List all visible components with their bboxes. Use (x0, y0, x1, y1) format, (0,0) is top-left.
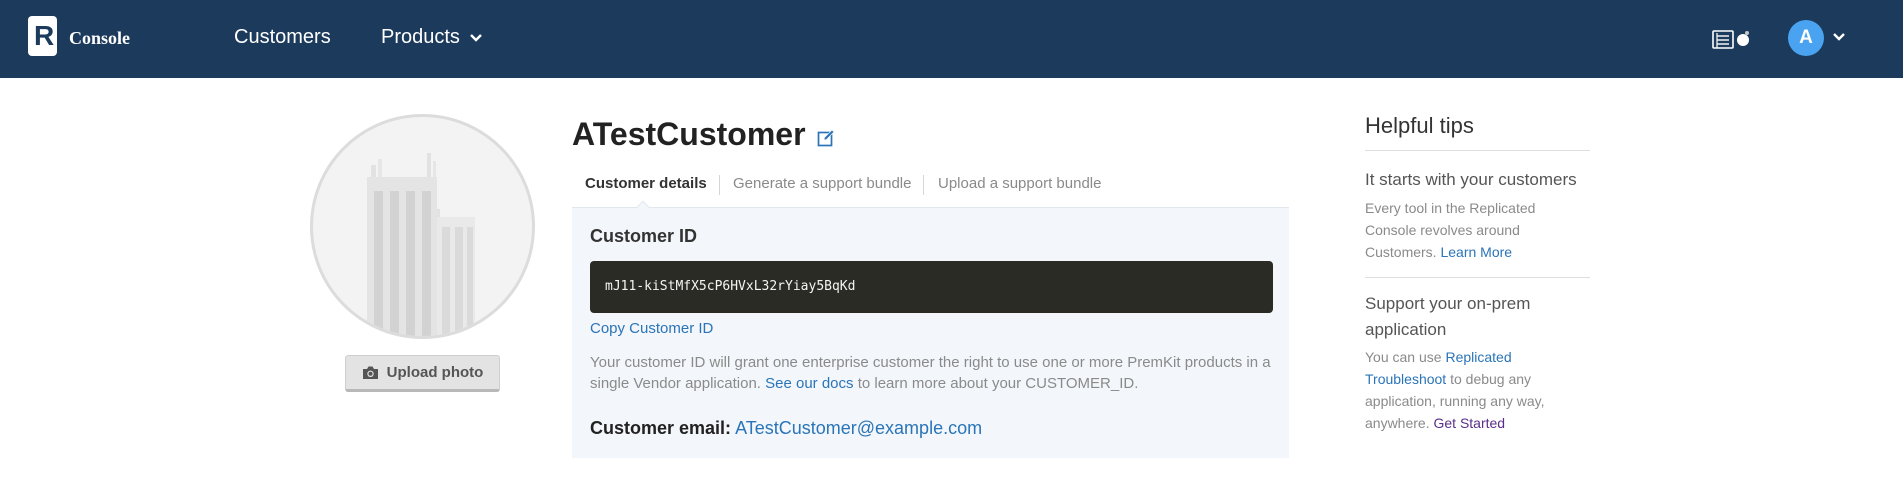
customer-email-link[interactable]: ATestCustomer@example.com (735, 418, 982, 438)
edit-icon[interactable] (817, 129, 835, 147)
app-name[interactable]: Console (69, 28, 130, 49)
notifications-icon[interactable] (1712, 28, 1756, 50)
customer-email-label: Customer email: (590, 418, 732, 438)
tips-divider (1365, 277, 1590, 278)
top-navbar: R Console Customers Products A (0, 0, 1903, 78)
camera-icon (362, 366, 378, 379)
building-placeholder-icon (367, 153, 475, 336)
user-avatar[interactable]: A (1788, 20, 1824, 56)
tab-divider (719, 175, 720, 195)
tips-divider (1365, 150, 1590, 151)
chevron-down-icon (470, 33, 482, 42)
customer-tabs: Customer details Generate a support bund… (572, 172, 1289, 208)
customer-name: ATestCustomer (572, 116, 806, 152)
tab-customer-details[interactable]: Customer details (585, 175, 707, 192)
nav-customers[interactable]: Customers (234, 26, 331, 49)
tip-body-customers: Every tool in the Replicated Console rev… (1365, 197, 1590, 263)
customer-id-value[interactable]: mJ11-kiStMfX5cP6HVxL32rYiay5BqKd (590, 261, 1273, 313)
see-our-docs-link[interactable]: See our docs (765, 375, 853, 392)
tip-body-support: You can use Replicated Troubleshoot to d… (1365, 346, 1590, 434)
description-text-end: to learn more about your CUSTOMER_ID. (857, 375, 1139, 392)
nav-products-label: Products (381, 26, 460, 48)
customer-id-label: Customer ID (590, 226, 698, 246)
tab-divider (923, 175, 924, 195)
helpful-tips-title: Helpful tips (1365, 113, 1474, 138)
logo-letter: R (34, 20, 55, 51)
tip-heading-customers: It starts with your customers (1365, 170, 1577, 189)
tab-upload-support-bundle[interactable]: Upload a support bundle (938, 175, 1101, 192)
tab-generate-support-bundle[interactable]: Generate a support bundle (733, 175, 911, 192)
learn-more-link[interactable]: Learn More (1440, 244, 1512, 260)
customer-email-row: Customer email: ATestCustomer@example.co… (590, 418, 982, 439)
tip-heading-support: Support your on-prem application (1365, 294, 1531, 339)
customer-photo (310, 114, 535, 339)
user-menu-chevron-icon[interactable] (1831, 29, 1847, 45)
upload-photo-button[interactable]: Upload photo (345, 355, 500, 392)
active-tab-caret (636, 200, 650, 209)
tip-text: You can use (1365, 349, 1442, 365)
upload-photo-label: Upload photo (386, 364, 484, 381)
logo-icon[interactable]: R (28, 16, 57, 56)
copy-customer-id-link[interactable]: Copy Customer ID (590, 320, 713, 337)
nav-products[interactable]: Products (381, 26, 484, 49)
customer-id-description: Your customer ID will grant one enterpri… (590, 352, 1280, 394)
get-started-link[interactable]: Get Started (1433, 415, 1505, 431)
